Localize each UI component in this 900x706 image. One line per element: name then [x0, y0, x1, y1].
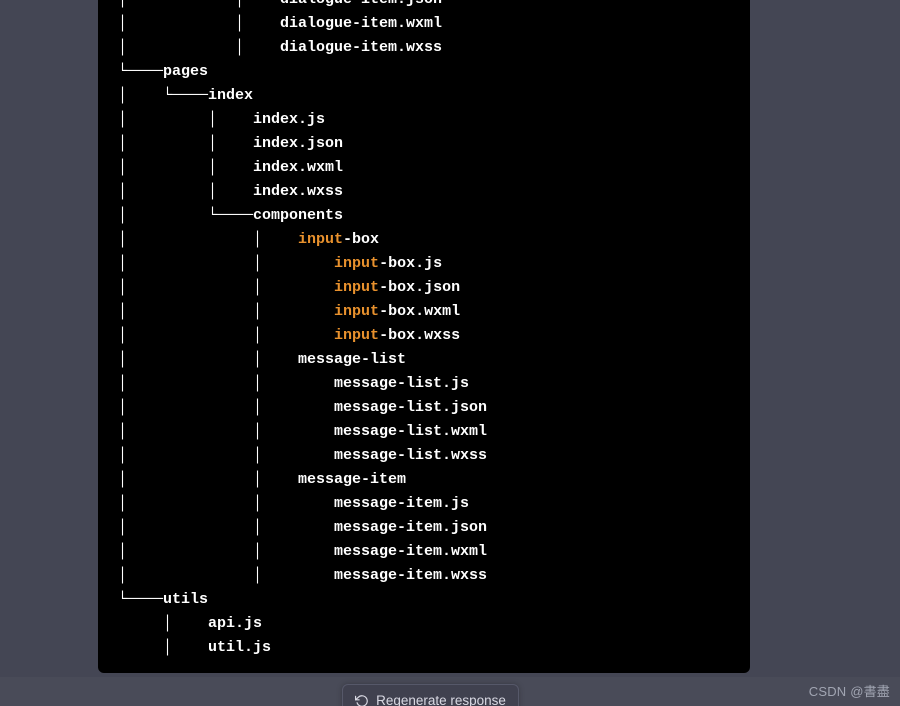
chat-page: │ │ dialogue-item.json │ │ dialogue-item… — [0, 0, 900, 706]
directory-tree-text: │ │ dialogue-item.json │ │ dialogue-item… — [118, 0, 488, 656]
watermark: CSDN @書盡 — [808, 684, 890, 699]
regenerate-response-label: Regenerate response — [376, 693, 506, 706]
regenerate-response-button[interactable]: Regenerate response — [342, 684, 519, 706]
code-block: │ │ dialogue-item.json │ │ dialogue-item… — [98, 0, 750, 673]
code-block-scroll-area[interactable]: │ │ dialogue-item.json │ │ dialogue-item… — [98, 0, 750, 673]
refresh-icon — [355, 694, 369, 706]
